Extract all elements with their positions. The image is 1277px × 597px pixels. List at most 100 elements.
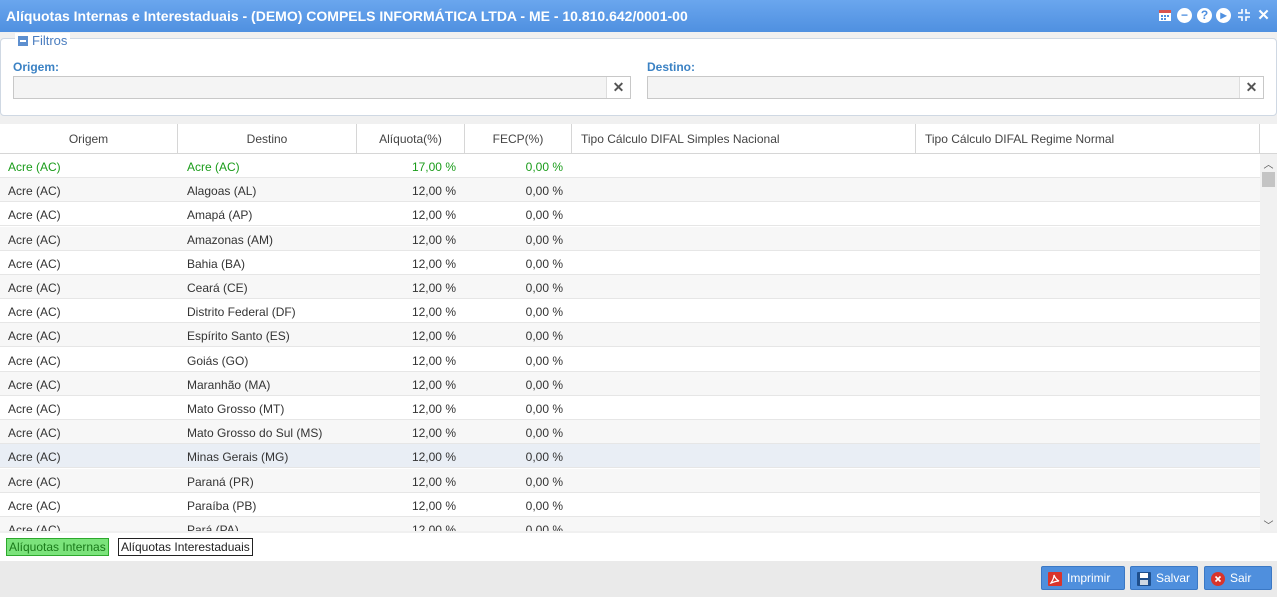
cell-origem: Acre (AC) — [8, 256, 61, 271]
origem-clear-icon[interactable]: ✕ — [606, 77, 630, 98]
table-row[interactable]: Acre (AC) Pará (PA) 12,00 % 0,00 % — [0, 517, 1260, 531]
cell-destino: Alagoas (AL) — [187, 184, 257, 199]
cell-fecp: 0,00 % — [525, 474, 563, 489]
cell-origem: Acre (AC) — [8, 377, 61, 392]
cell-origem: Acre (AC) — [8, 402, 61, 416]
scroll-down-icon[interactable]: ﹀ — [1260, 517, 1277, 531]
col-header-difal-simples[interactable]: Tipo Cálculo DIFAL Simples Nacional — [572, 124, 916, 154]
table-row[interactable]: Acre (AC) Acre (AC) 17,00 % 0,00 % — [0, 154, 1260, 178]
origem-input[interactable]: ✕ — [13, 76, 631, 99]
cell-aliquota: 12,00 % — [411, 184, 456, 199]
sair-button[interactable]: Sair — [1204, 566, 1272, 590]
cell-destino: Ceará (CE) — [187, 281, 248, 295]
cell-aliquota: 12,00 % — [411, 281, 456, 295]
table-row[interactable]: Acre (AC) Goiás (GO) 12,00 % 0,00 % — [0, 348, 1260, 372]
cell-aliquota: 12,00 % — [411, 256, 456, 271]
cell-fecp: 0,00 % — [525, 353, 563, 368]
table-row[interactable]: Acre (AC) Distrito Federal (DF) 12,00 % 0,0… — [0, 299, 1260, 324]
cell-aliquota: 12,00 % — [411, 450, 456, 465]
cell-aliquota: 12,00 % — [411, 232, 456, 247]
cell-destino: Distrito Federal (DF) — [187, 305, 296, 320]
cell-aliquota: 12,00 % — [411, 426, 456, 441]
destino-input[interactable]: ✕ — [647, 76, 1264, 99]
sair-label: Sair — [1230, 571, 1252, 585]
cell-fecp: 0,00 % — [525, 256, 563, 271]
cell-origem: Acre (AC) — [8, 426, 61, 441]
calendar-icon[interactable] — [1157, 8, 1172, 23]
cell-fecp: 0,00 % — [525, 450, 563, 465]
cell-origem: Acre (AC) — [8, 184, 61, 199]
table-row[interactable]: Acre (AC) Ceará (CE) 12,00 % 0,00 % — [0, 275, 1260, 299]
play-icon[interactable]: ▸ — [1216, 8, 1231, 23]
scroll-thumb[interactable] — [1262, 172, 1275, 187]
col-header-difal-normal[interactable]: Tipo Cálculo DIFAL Regime Normal — [916, 124, 1260, 154]
cell-aliquota: 12,00 % — [411, 498, 456, 513]
cell-origem: Acre (AC) — [8, 523, 61, 531]
table-row[interactable]: Acre (AC) Minas Gerais (MG) 12,00 % 0,00 % — [0, 444, 1260, 469]
table-row[interactable]: Acre (AC) Amapá (AP) 12,00 % 0,00 % — [0, 202, 1260, 227]
cell-destino: Goiás (GO) — [187, 353, 249, 368]
restore-icon[interactable] — [1236, 8, 1251, 23]
cell-aliquota: 12,00 % — [411, 353, 456, 368]
minimize-icon[interactable]: − — [1177, 8, 1192, 23]
scroll-up-icon[interactable]: ︿ — [1260, 156, 1277, 171]
table-row[interactable]: Acre (AC) Maranhão (MA) 12,00 % 0,00 % — [0, 371, 1260, 396]
destino-label: Destino: — [647, 60, 695, 74]
cell-origem: Acre (AC) — [8, 160, 61, 174]
collapse-icon[interactable] — [18, 35, 28, 46]
cell-origem: Acre (AC) — [8, 208, 61, 223]
col-header-destino[interactable]: Destino — [178, 124, 357, 154]
cell-origem: Acre (AC) — [8, 329, 61, 344]
col-header-fecp[interactable]: FECP(%) — [465, 124, 572, 154]
cell-fecp: 0,00 % — [525, 402, 563, 416]
grid-scrollbar[interactable]: ︿ ﹀ — [1260, 154, 1277, 531]
cell-fecp: 0,00 % — [525, 305, 563, 320]
table-row[interactable]: Acre (AC) Mato Grosso do Sul (MS) 12,00 % 0… — [0, 420, 1260, 445]
tab-aliquotas-interestaduais[interactable]: Alíquotas Interestaduais — [118, 538, 253, 556]
cell-aliquota: 12,00 % — [411, 377, 456, 392]
close-icon[interactable]: ✕ — [1256, 8, 1271, 23]
cell-destino: Maranhão (MA) — [187, 377, 271, 392]
window-titlebar: Alíquotas Internas e Interestaduais - (D… — [0, 0, 1277, 32]
imprimir-button[interactable]: Imprimir — [1041, 566, 1125, 590]
cell-origem: Acre (AC) — [8, 498, 61, 513]
grid-body: Acre (AC) Acre (AC) 17,00 % 0,00 % Acre (AC)… — [0, 154, 1260, 531]
table-row[interactable]: Acre (AC) Paraíba (PB) 12,00 % 0,00 % — [0, 493, 1260, 517]
salvar-button[interactable]: Salvar — [1130, 566, 1198, 590]
cell-aliquota: 12,00 % — [411, 305, 456, 320]
cell-aliquota: 12,00 % — [411, 474, 456, 489]
cell-destino: Paraná (PR) — [187, 474, 254, 489]
cell-fecp: 0,00 % — [525, 523, 563, 531]
floppy-disk-icon — [1137, 571, 1151, 586]
window-title: Alíquotas Internas e Interestaduais - (D… — [6, 8, 688, 24]
tab-aliquotas-internas[interactable]: Alíquotas Internas — [6, 538, 109, 556]
cell-destino: Amapá (AP) — [187, 208, 253, 223]
cell-destino: Bahia (BA) — [187, 256, 246, 271]
table-row[interactable]: Acre (AC) Paraná (PR) 12,00 % 0,00 % — [0, 468, 1260, 493]
destino-clear-icon[interactable]: ✕ — [1239, 77, 1263, 98]
imprimir-label: Imprimir — [1067, 571, 1111, 585]
cell-fecp: 0,00 % — [525, 498, 563, 513]
filters-legend[interactable]: Filtros — [15, 33, 71, 48]
help-icon[interactable]: ? — [1197, 8, 1212, 23]
cell-aliquota: 12,00 % — [411, 402, 456, 416]
filters-panel: Filtros Origem: ✕ Destino: ✕ — [0, 33, 1277, 116]
cell-fecp: 0,00 % — [525, 184, 563, 199]
cell-fecp: 0,00 % — [525, 208, 563, 223]
cell-destino: Mato Grosso do Sul (MS) — [187, 426, 323, 441]
table-row[interactable]: Acre (AC) Mato Grosso (MT) 12,00 % 0,00 % — [0, 396, 1260, 420]
salvar-label: Salvar — [1156, 571, 1191, 585]
footer-bar: Imprimir Salvar Sair — [0, 561, 1277, 597]
table-row[interactable]: Acre (AC) Espírito Santo (ES) 12,00 % 0,00 … — [0, 323, 1260, 348]
col-header-aliquota[interactable]: Alíquota(%) — [357, 124, 465, 154]
col-header-origem[interactable]: Origem — [0, 124, 178, 154]
cell-fecp: 0,00 % — [525, 377, 563, 392]
cell-origem: Acre (AC) — [8, 305, 61, 320]
table-row[interactable]: Acre (AC) Amazonas (AM) 12,00 % 0,00 % — [0, 226, 1260, 251]
cell-destino: Espírito Santo (ES) — [187, 329, 290, 344]
table-row[interactable]: Acre (AC) Bahia (BA) 12,00 % 0,00 % — [0, 251, 1260, 275]
cell-aliquota: 12,00 % — [411, 329, 456, 344]
cell-origem: Acre (AC) — [8, 232, 61, 247]
filters-legend-label: Filtros — [32, 33, 68, 48]
table-row[interactable]: Acre (AC) Alagoas (AL) 12,00 % 0,00 % — [0, 178, 1260, 203]
